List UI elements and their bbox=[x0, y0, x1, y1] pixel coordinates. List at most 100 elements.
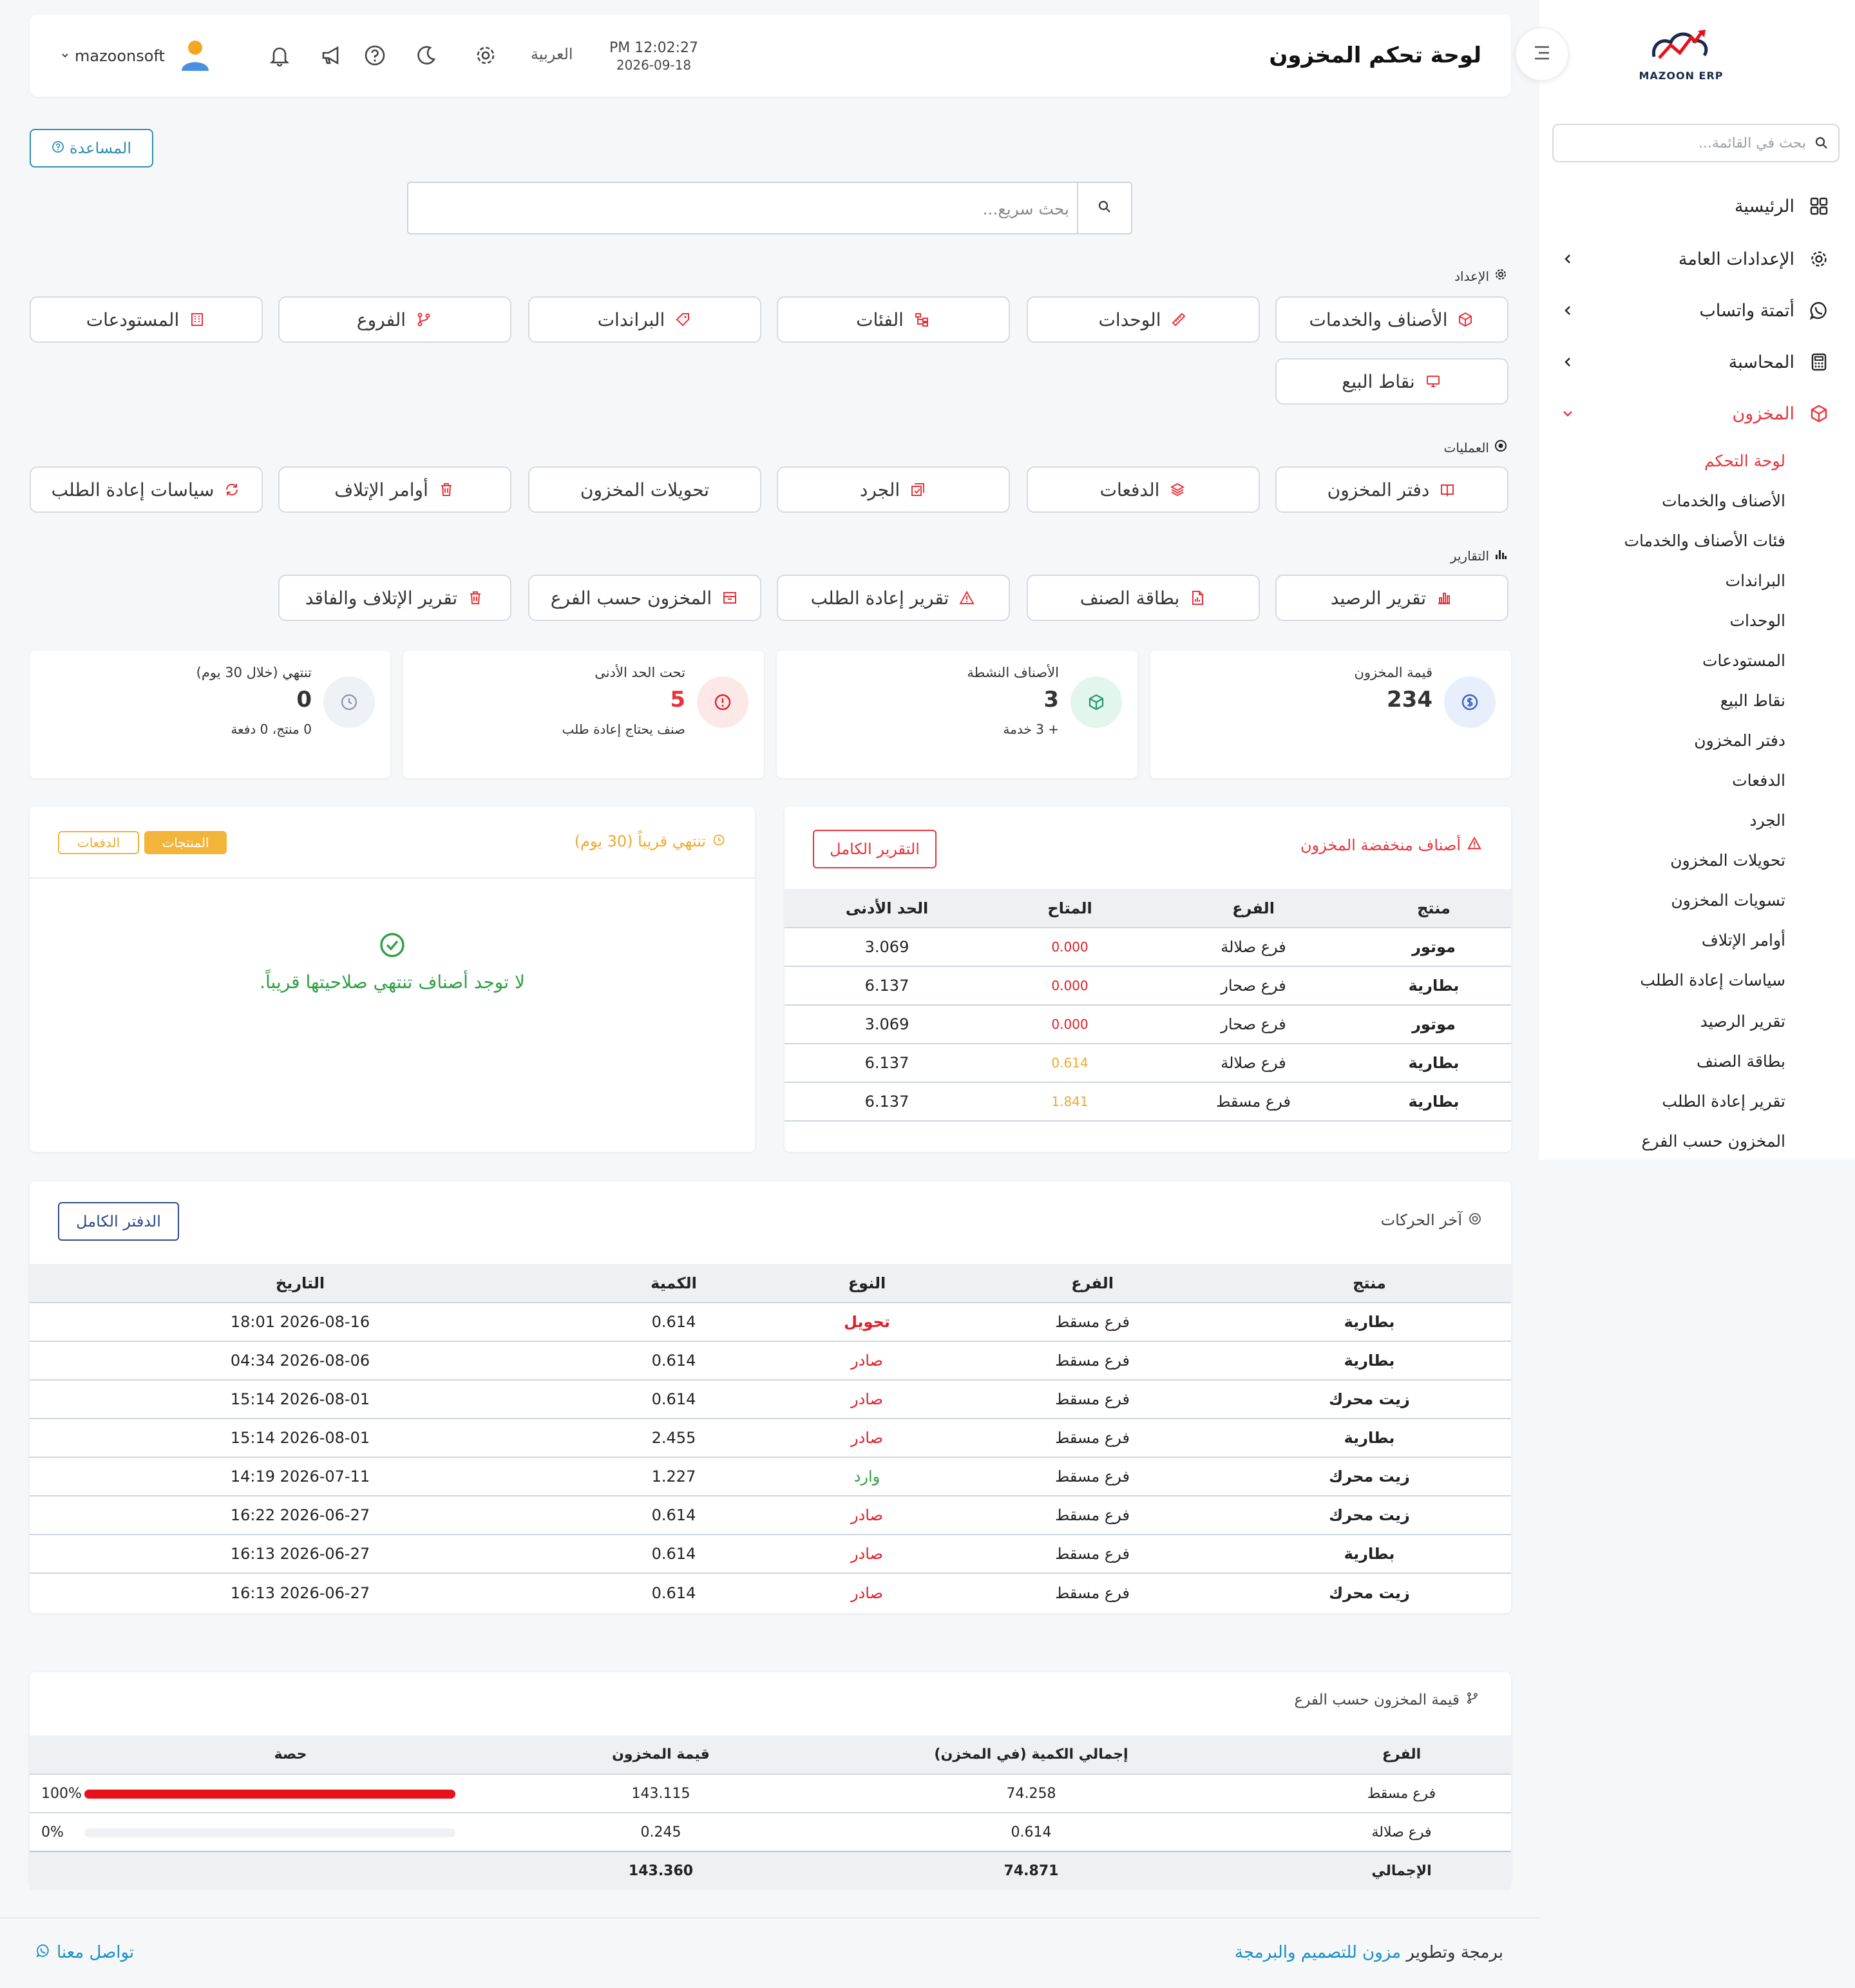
tile-stock-ledger[interactable]: دفتر المخزون bbox=[1275, 466, 1508, 513]
sidebar-sub-reorder-policies[interactable]: سياسات إعادة الطلب bbox=[1640, 964, 1785, 996]
sidebar-sub-stocktake[interactable]: الجرد bbox=[1749, 804, 1785, 836]
sidebar-sub-pos[interactable]: نقاط البيع bbox=[1720, 684, 1785, 716]
alert-circle-icon bbox=[697, 676, 748, 728]
sidebar-sub-adjustments[interactable]: تسويات المخزون bbox=[1671, 884, 1785, 916]
tile-batches[interactable]: الدفعات bbox=[1027, 466, 1260, 513]
sidebar-sub-by-branch[interactable]: المخزون حسب الفرع bbox=[1642, 1125, 1786, 1157]
footer-credit-link[interactable]: مزون للتصميم والبرمجة bbox=[1235, 1943, 1401, 1962]
trash-icon bbox=[437, 481, 455, 499]
tile-disposal-report[interactable]: تقرير الإتلاف والفاقد bbox=[278, 575, 511, 621]
quick-search-input[interactable] bbox=[438, 196, 1069, 222]
sidebar-item-general-settings[interactable]: الإعدادات العامة bbox=[1559, 241, 1829, 277]
tile-disposal-orders[interactable]: أوامر الإتلاف bbox=[278, 466, 511, 513]
cell-total-share bbox=[30, 1851, 551, 1890]
sidebar-search-input[interactable] bbox=[1593, 133, 1806, 153]
movements-title: آخر الحركات bbox=[1381, 1211, 1481, 1229]
gear-icon bbox=[474, 44, 497, 70]
tile-units[interactable]: الوحدات bbox=[1027, 296, 1260, 343]
footer-credit: برمجة وتطوير مزون للتصميم والبرمجة bbox=[1235, 1943, 1503, 1962]
tab-batches[interactable]: الدفعات bbox=[58, 831, 139, 854]
cell-quantity: 0.614 bbox=[770, 1812, 1292, 1851]
sidebar-item-home[interactable]: الرئيسية bbox=[1559, 188, 1829, 224]
contact-us-link[interactable]: تواصل معنا bbox=[36, 1943, 134, 1962]
sidebar-sub-batches[interactable]: الدفعات bbox=[1732, 764, 1785, 796]
low-stock-panel: أصناف منخفضة المخزون التقرير الكامل منتج… bbox=[785, 807, 1511, 1152]
stat-subtitle: صنف يحتاج إعادة طلب bbox=[562, 722, 685, 737]
sidebar-sub-item-card[interactable]: بطاقة الصنف bbox=[1697, 1045, 1785, 1077]
full-ledger-button[interactable]: الدفتر الكامل bbox=[58, 1202, 179, 1241]
tile-pos[interactable]: نقاط البيع bbox=[1275, 358, 1508, 405]
sidebar-sub-dashboard[interactable]: لوحة التحكم bbox=[1704, 444, 1785, 477]
share-bar-fill bbox=[84, 1789, 455, 1799]
tile-branches[interactable]: الفروع bbox=[278, 296, 511, 343]
stat-title: تنتهي (خلال 30 يوم) bbox=[196, 665, 312, 680]
tile-label: تقرير إعادة الطلب bbox=[810, 587, 949, 609]
stat-card-active-items: الأصناف النشطة 3 + 3 خدمة bbox=[777, 651, 1137, 778]
help-circle-button[interactable] bbox=[361, 43, 389, 71]
cell-product: زيت محرك bbox=[1228, 1457, 1511, 1496]
cell-branch: فرع مسقط bbox=[957, 1418, 1228, 1457]
app-logo[interactable]: MAZOON ERP bbox=[1623, 26, 1739, 90]
tile-reorder-report[interactable]: تقرير إعادة الطلب bbox=[777, 575, 1010, 621]
settings-button[interactable] bbox=[471, 43, 500, 71]
top-header: لوحة تحكم المخزون PM 12:02:27 2026-09-18… bbox=[30, 14, 1511, 97]
tile-label: أوامر الإتلاف bbox=[334, 479, 428, 501]
column-header: النوع bbox=[777, 1264, 957, 1303]
full-report-button[interactable]: التقرير الكامل bbox=[813, 830, 937, 868]
sidebar-item-whatsapp[interactable]: أتمتة واتساب bbox=[1559, 292, 1829, 329]
sidebar-item-inventory[interactable]: المخزون bbox=[1559, 396, 1829, 432]
sidebar-search[interactable] bbox=[1552, 124, 1840, 162]
cell-date: 2026-06-27 16:22 bbox=[30, 1495, 571, 1534]
cell-product: زيت محرك bbox=[1228, 1572, 1511, 1612]
user-menu[interactable]: mazoonsoft bbox=[61, 40, 210, 72]
sidebar-sub-brands[interactable]: البراندات bbox=[1726, 564, 1785, 597]
quick-search[interactable] bbox=[407, 182, 1132, 234]
dark-mode-button[interactable] bbox=[412, 43, 441, 71]
tile-label: دفتر المخزون bbox=[1327, 479, 1430, 501]
tile-categories[interactable]: الفئات bbox=[777, 296, 1010, 343]
tile-item-card[interactable]: بطاقة الصنف bbox=[1027, 575, 1260, 621]
sidebar-sub-disposal[interactable]: أوامر الإتلاف bbox=[1702, 924, 1785, 956]
announcements-button[interactable] bbox=[317, 43, 345, 71]
sidebar-sub-ledger[interactable]: دفتر المخزون bbox=[1694, 724, 1785, 756]
cell-product: بطارية bbox=[1356, 1082, 1511, 1122]
cell-available: 0.000 bbox=[989, 927, 1150, 966]
sidebar-toggle-button[interactable] bbox=[1515, 27, 1569, 81]
chevron-down-icon bbox=[1559, 405, 1577, 423]
cell-branch: فرع مسقط bbox=[957, 1379, 1228, 1419]
sidebar-sub-items[interactable]: الأصناف والخدمات bbox=[1662, 484, 1785, 517]
tile-transfers[interactable]: تحويلات المخزون bbox=[528, 466, 761, 513]
sidebar-sub-balance-report[interactable]: تقرير الرصيد bbox=[1700, 1005, 1785, 1037]
tile-stocktake[interactable]: الجرد bbox=[777, 466, 1010, 513]
page-title: لوحة تحكم المخزون bbox=[1269, 43, 1481, 68]
sidebar-sub-units[interactable]: الوحدات bbox=[1729, 604, 1785, 636]
cell-type: صادر bbox=[777, 1418, 957, 1457]
table-row: زيت محرك فرع مسقط صادر 0.614 2026-06-27 … bbox=[30, 1572, 1511, 1612]
tile-items-services[interactable]: الأصناف والخدمات bbox=[1275, 296, 1508, 343]
tile-reorder-policies[interactable]: سياسات إعادة الطلب bbox=[30, 466, 263, 513]
tile-stock-by-branch[interactable]: المخزون حسب الفرع bbox=[528, 575, 761, 621]
tile-label: بطاقة الصنف bbox=[1080, 587, 1180, 609]
branch-value-table: الفرع إجمالي الكمية (في المخزن) قيمة الم… bbox=[30, 1735, 1511, 1890]
sidebar-sub-transfers[interactable]: تحويلات المخزون bbox=[1670, 844, 1785, 876]
cell-branch: فرع مسقط bbox=[957, 1572, 1228, 1612]
cell-date: 2026-08-16 18:01 bbox=[30, 1302, 571, 1341]
sidebar-item-accounting[interactable]: المحاسبة bbox=[1559, 344, 1829, 380]
stat-card-below-minimum: تحت الحد الأدنى 5 صنف يحتاج إعادة طلب bbox=[403, 651, 764, 778]
cell-available: 0.000 bbox=[989, 966, 1150, 1005]
tab-products[interactable]: المنتجات bbox=[144, 831, 227, 854]
tile-balance-report[interactable]: تقرير الرصيد bbox=[1275, 575, 1508, 621]
help-button[interactable]: المساعدة bbox=[30, 129, 153, 167]
quick-search-button[interactable] bbox=[1077, 183, 1131, 233]
notifications-button[interactable] bbox=[265, 43, 294, 71]
building-icon bbox=[188, 311, 206, 329]
sidebar-sub-reorder-report[interactable]: تقرير إعادة الطلب bbox=[1662, 1085, 1785, 1117]
tile-warehouses[interactable]: المستودعات bbox=[30, 296, 263, 343]
trash-icon bbox=[466, 589, 484, 607]
sidebar-sub-warehouses[interactable]: المستودعات bbox=[1702, 644, 1785, 676]
clock-time: PM 12:02:27 bbox=[609, 40, 699, 56]
column-header: الفرع bbox=[1292, 1735, 1511, 1774]
sidebar-sub-categories[interactable]: فئات الأصناف والخدمات bbox=[1624, 524, 1786, 557]
tile-brands[interactable]: البراندات bbox=[528, 296, 761, 343]
language-switch[interactable]: العربية bbox=[531, 45, 573, 63]
